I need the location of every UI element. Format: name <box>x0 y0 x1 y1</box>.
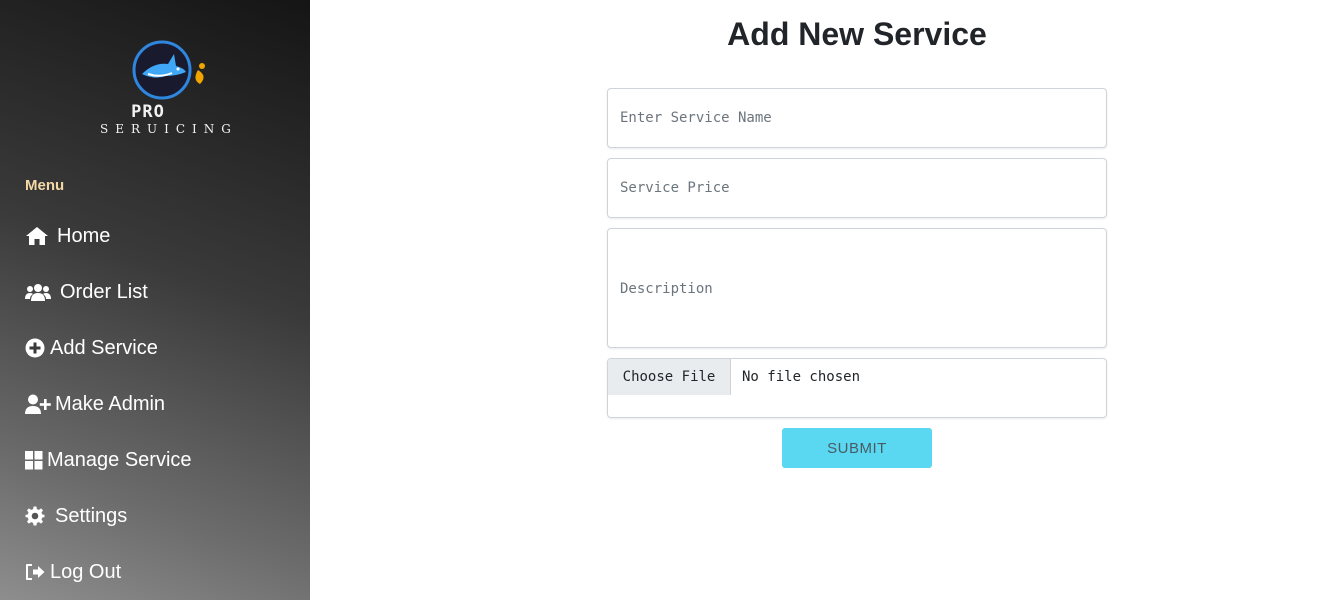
brand-tagline: SERUICING <box>100 122 238 136</box>
choose-file-button[interactable]: Choose File <box>608 359 731 395</box>
sidebar-item-manage-service[interactable]: Manage Service <box>25 432 192 488</box>
service-price-input[interactable] <box>607 158 1107 218</box>
sidebar: PRO SERUICING Menu Home Order List Add S… <box>0 0 310 600</box>
sidebar-item-label: Manage Service <box>47 448 192 471</box>
sidebar-nav: Home Order List Add Service Make Admin M… <box>25 218 192 600</box>
page-title: Add New Service <box>727 16 987 52</box>
user-plus-icon <box>25 392 51 416</box>
file-status: No file chosen <box>742 369 861 385</box>
file-input[interactable]: Choose File No file chosen <box>607 358 1107 418</box>
submit-button[interactable]: SUBMIT <box>782 428 932 468</box>
users-icon <box>25 280 51 304</box>
sign-out-icon <box>25 560 45 584</box>
sidebar-item-label: Order List <box>60 280 148 303</box>
sidebar-item-label: Add Service <box>50 336 158 359</box>
sidebar-item-label: Home <box>57 224 111 247</box>
service-name-input[interactable] <box>607 88 1107 148</box>
sidebar-item-home[interactable]: Home <box>25 208 192 264</box>
grid-icon <box>25 448 43 472</box>
sidebar-item-label: Settings <box>55 504 128 527</box>
main-content: Add New Service Choose File No file chos… <box>310 0 1340 600</box>
sidebar-item-make-admin[interactable]: Make Admin <box>25 376 192 432</box>
sidebar-item-log-out[interactable]: Log Out <box>25 544 192 600</box>
menu-title: Menu <box>25 177 65 194</box>
sidebar-item-add-service[interactable]: Add Service <box>25 320 192 376</box>
home-icon <box>25 224 51 248</box>
sidebar-item-order-list[interactable]: Order List <box>25 264 192 320</box>
gear-icon <box>25 504 46 528</box>
sidebar-item-label: Make Admin <box>55 392 166 415</box>
sidebar-item-settings[interactable]: Settings <box>25 488 192 544</box>
shark-logo-icon <box>132 40 205 100</box>
description-textarea[interactable] <box>607 228 1107 348</box>
brand-name: PRO <box>131 102 165 122</box>
plus-circle-icon <box>25 336 45 360</box>
sidebar-item-label: Log Out <box>50 560 122 583</box>
brand-logo[interactable]: PRO SERUICING <box>98 40 238 140</box>
